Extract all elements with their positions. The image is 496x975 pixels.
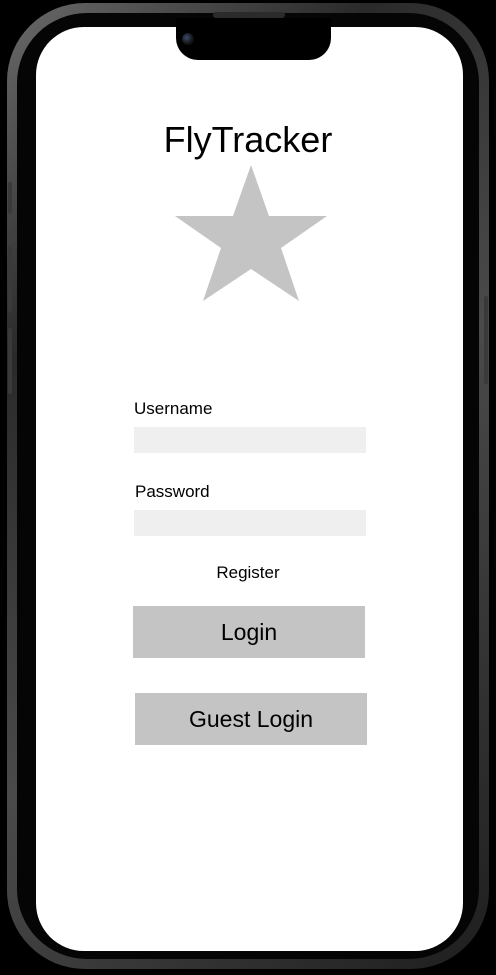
front-camera [182, 33, 194, 45]
phone-frame: FlyTracker Username Password Register Lo… [0, 0, 496, 975]
guest-login-button-label: Guest Login [188, 705, 314, 732]
side-button-volume-down [8, 328, 12, 394]
login-button-label: Login [220, 618, 278, 645]
login-button[interactable]: Login [133, 606, 365, 658]
guest-login-button[interactable]: Guest Login [135, 693, 367, 745]
camera-notch [176, 18, 331, 60]
password-field[interactable] [134, 510, 366, 536]
side-button-volume-up [8, 246, 12, 312]
username-field[interactable] [134, 427, 366, 453]
star-icon [175, 165, 327, 301]
app-title: FlyTracker [163, 119, 333, 160]
password-label: Password [135, 482, 210, 501]
register-link[interactable]: Register [0, 563, 496, 583]
side-button-power [484, 296, 488, 384]
username-label: Username [134, 399, 213, 418]
side-button-mute [8, 182, 12, 214]
